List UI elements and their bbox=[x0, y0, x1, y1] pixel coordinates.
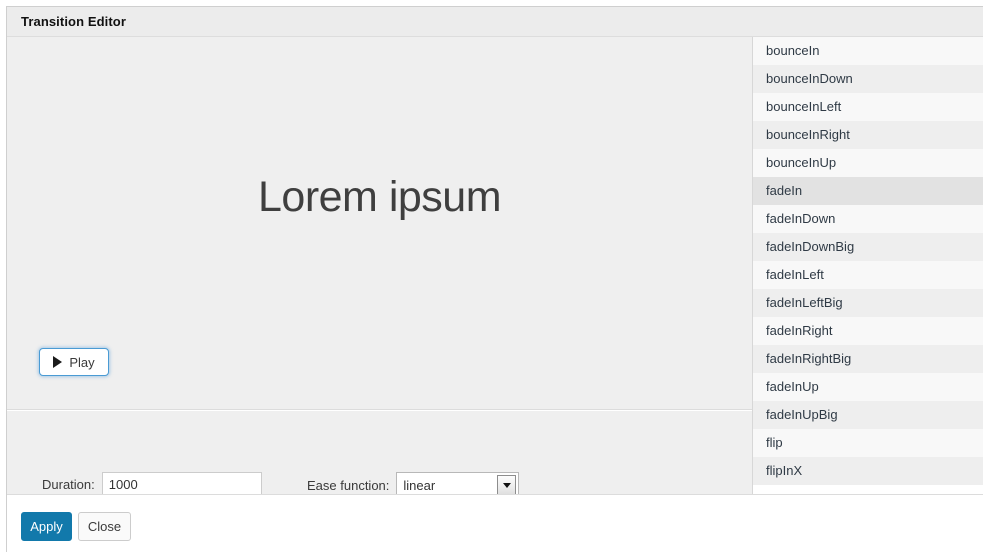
preview-column: Lorem ipsum Play Duration: Ease function… bbox=[7, 37, 753, 499]
play-button[interactable]: Play bbox=[39, 348, 109, 376]
transition-list-item[interactable]: fadeInLeftBig bbox=[753, 289, 983, 317]
transition-list-item[interactable]: bounceInDown bbox=[753, 65, 983, 93]
transition-list-item[interactable]: bounceInUp bbox=[753, 149, 983, 177]
transition-preview-pane: Lorem ipsum Play bbox=[7, 37, 752, 410]
play-triangle-icon bbox=[53, 356, 63, 368]
chevron-down-icon bbox=[502, 483, 511, 488]
transition-list-item[interactable]: fadeInRight bbox=[753, 317, 983, 345]
transition-list-item[interactable]: flip bbox=[753, 429, 983, 457]
transition-editor-dialog: Transition Editor Lorem ipsum Play Durat… bbox=[6, 6, 983, 553]
transition-list-item[interactable]: flipInX bbox=[753, 457, 983, 485]
transition-list-item[interactable]: fadeInUpBig bbox=[753, 401, 983, 429]
transition-list[interactable]: bounceIn bounceInDown bounceInLeft bounceIn… bbox=[753, 37, 983, 494]
dialog-body: Lorem ipsum Play Duration: Ease function… bbox=[7, 37, 983, 499]
ease-function-selected-value: linear bbox=[403, 478, 436, 493]
options-pane: Duration: Ease function: linear bbox=[7, 411, 752, 499]
preview-sample-text: Lorem ipsum bbox=[257, 172, 502, 221]
transition-list-item[interactable]: fadeIn bbox=[753, 177, 983, 205]
transition-list-item[interactable]: fadeInDown bbox=[753, 205, 983, 233]
transition-list-item[interactable]: fadeInUp bbox=[753, 373, 983, 401]
transition-list-item[interactable]: fadeInDownBig bbox=[753, 233, 983, 261]
transition-list-item[interactable]: fadeInRightBig bbox=[753, 345, 983, 373]
apply-button[interactable]: Apply bbox=[21, 512, 72, 541]
dialog-title: Transition Editor bbox=[21, 14, 126, 29]
ease-function-dropdown-button[interactable] bbox=[497, 475, 517, 496]
transition-list-item[interactable]: bounceIn bbox=[753, 37, 983, 65]
transition-list-item[interactable]: fadeInLeft bbox=[753, 261, 983, 289]
ease-function-label: Ease function: bbox=[307, 478, 390, 493]
dialog-titlebar: Transition Editor bbox=[7, 7, 983, 37]
dialog-footer: Apply Close bbox=[7, 494, 983, 553]
duration-label: Duration: bbox=[42, 477, 95, 492]
transition-list-item[interactable]: bounceInLeft bbox=[753, 93, 983, 121]
transition-list-item[interactable]: bounceInRight bbox=[753, 121, 983, 149]
play-button-label: Play bbox=[69, 354, 95, 370]
close-button[interactable]: Close bbox=[78, 512, 131, 541]
